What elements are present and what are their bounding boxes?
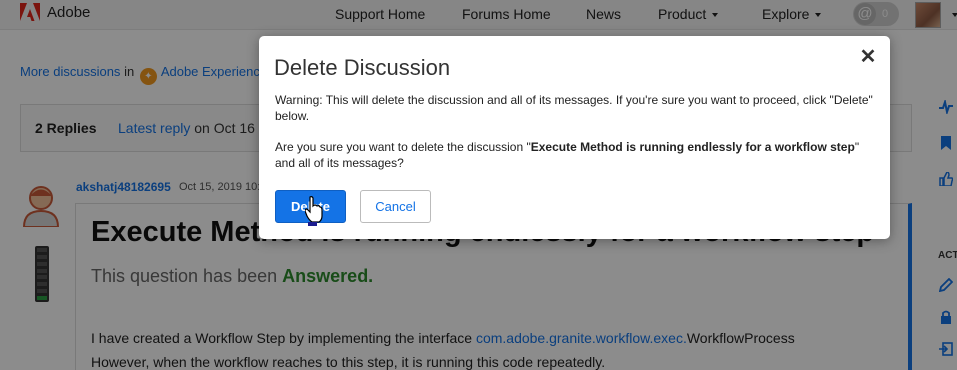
question-subject: Execute Method is running endlessly for … — [530, 140, 855, 154]
dialog-warning: Warning: This will delete the discussion… — [275, 93, 873, 123]
dialog-question: Are you sure you want to delete the disc… — [275, 139, 875, 171]
hand-cursor-icon — [305, 196, 323, 226]
cancel-button[interactable]: Cancel — [360, 190, 431, 223]
close-icon[interactable]: ✕ — [859, 47, 877, 67]
question-text: Are you sure you want to delete the disc… — [275, 140, 531, 154]
dialog-title: Delete Discussion — [274, 55, 451, 80]
delete-discussion-dialog: Delete Discussion ✕ Warning: This will d… — [259, 36, 890, 239]
